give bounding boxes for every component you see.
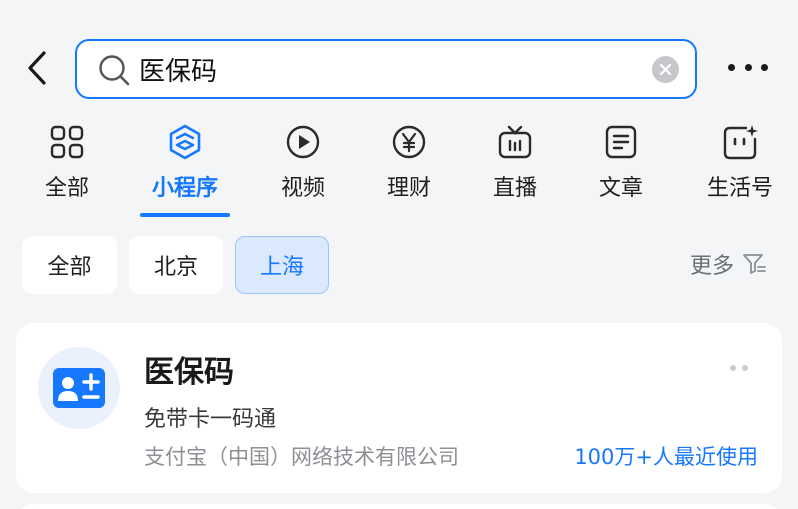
card-more-button[interactable]: [730, 365, 748, 371]
more-menu-button[interactable]: [728, 56, 768, 78]
tab-life-account[interactable]: 生活号: [702, 122, 778, 202]
active-tab-indicator: [140, 213, 230, 217]
yuan-coin-icon: [392, 125, 426, 159]
filter-chip-shanghai[interactable]: 上海: [235, 236, 329, 294]
result-card[interactable]: 医保码 免带卡一码通 支付宝（中国）网络技术有限公司 100万+人最近使用: [16, 323, 782, 493]
filter-chip-label: 北京: [153, 255, 198, 280]
filter-chip-label: 全部: [47, 255, 92, 280]
filter-chip-all[interactable]: 全部: [22, 236, 117, 294]
app-title: 医保码: [144, 355, 234, 390]
search-input[interactable]: [139, 51, 639, 87]
tab-finance[interactable]: 理财: [380, 122, 438, 202]
chevron-left-icon: [28, 51, 46, 85]
tab-label: 视频: [280, 176, 325, 201]
tab-live[interactable]: 直播: [486, 122, 544, 202]
app-usage-count: 100万+人最近使用: [574, 445, 758, 469]
medical-card-icon: [53, 368, 105, 408]
tab-label: 理财: [386, 176, 431, 201]
life-account-icon: [723, 125, 758, 160]
tab-label: 小程序: [151, 176, 218, 201]
next-result-card: [16, 504, 782, 509]
tab-label: 文章: [598, 176, 643, 201]
more-horizontal-icon: [728, 63, 735, 71]
more-filter-label: 更多: [690, 254, 735, 279]
app-description: 免带卡一码通: [144, 407, 277, 432]
more-dots-icon: [730, 365, 736, 371]
article-icon: [605, 125, 637, 159]
filter-chip-label: 上海: [259, 255, 304, 280]
video-play-icon: [286, 125, 320, 159]
more-filter-button[interactable]: 更多: [690, 248, 766, 280]
clear-search-button[interactable]: [652, 56, 679, 83]
clear-circle-icon: [659, 63, 672, 76]
tab-article[interactable]: 文章: [592, 122, 650, 202]
app-icon: [38, 347, 120, 429]
filter-chip-beijing[interactable]: 北京: [129, 236, 223, 294]
tab-label: 全部: [44, 176, 89, 201]
filter-funnel-icon: [743, 254, 766, 274]
tv-live-icon: [498, 125, 532, 159]
tab-label: 生活号: [706, 176, 773, 201]
app-company: 支付宝（中国）网络技术有限公司: [144, 445, 459, 469]
search-results-page: 全部 小程序 视频: [0, 0, 798, 509]
tab-all[interactable]: 全部: [38, 122, 96, 202]
tab-label: 直播: [492, 176, 537, 201]
search-box[interactable]: [75, 39, 697, 99]
category-tabs: 全部 小程序 视频 理财 直播 文章 生活号: [0, 122, 798, 222]
grid-icon: [50, 125, 84, 159]
tab-mini-program[interactable]: 小程序: [142, 122, 228, 202]
mini-program-icon: [169, 124, 201, 160]
back-button[interactable]: [20, 48, 54, 88]
search-icon: [99, 55, 130, 86]
tab-video[interactable]: 视频: [274, 122, 332, 202]
